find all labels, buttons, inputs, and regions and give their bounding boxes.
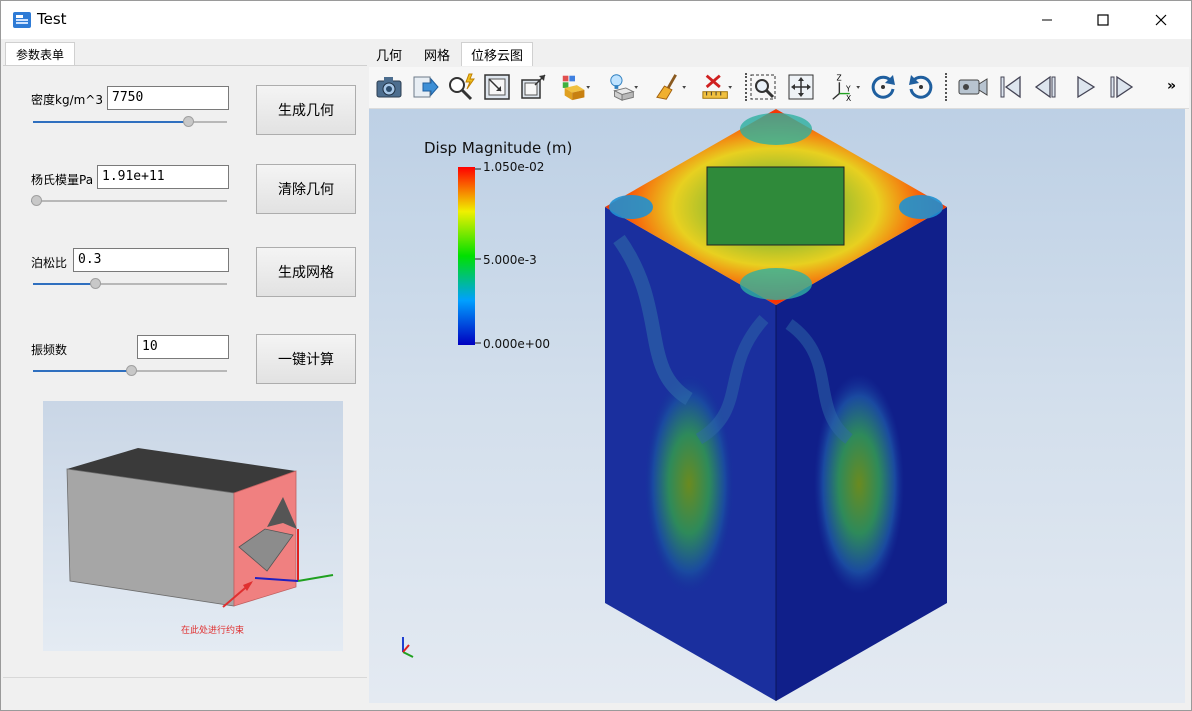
mode-count-slider[interactable] <box>33 365 227 377</box>
slider-handle[interactable] <box>31 195 42 206</box>
minimize-button[interactable] <box>1019 1 1075 39</box>
density-label: 密度kg/m^3 <box>31 93 103 107</box>
box-preview-illustration <box>66 448 334 608</box>
minimize-icon <box>1042 19 1052 21</box>
youngs-modulus-input[interactable]: 1.91e+11 <box>97 165 229 189</box>
slider-handle[interactable] <box>183 116 194 127</box>
app-window: Test 参数表单 密度kg/m^3 7750 生成几何 杨氏模量Pa 1.91… <box>0 0 1192 711</box>
toolbar-overflow-button[interactable]: » <box>1167 78 1176 94</box>
tab-parameter-form[interactable]: 参数表单 <box>5 42 75 66</box>
next-frame-icon[interactable] <box>1105 71 1137 103</box>
svg-text:Z: Z <box>837 73 842 82</box>
youngs-modulus-label: 杨氏模量Pa <box>31 173 94 187</box>
magic-search-icon[interactable] <box>445 71 477 103</box>
legend-title: Disp Magnitude (m) <box>424 139 573 157</box>
colorbar <box>458 167 475 345</box>
first-frame-icon[interactable] <box>995 71 1027 103</box>
light-icon[interactable] <box>607 71 639 103</box>
pan-icon[interactable] <box>785 71 817 103</box>
legend-mid-label: 5.000e-3 <box>483 253 537 267</box>
camera-icon[interactable] <box>373 71 405 103</box>
slider-handle[interactable] <box>126 365 137 376</box>
maximize-button[interactable] <box>1075 1 1131 39</box>
play-icon[interactable] <box>1069 71 1101 103</box>
view-toolbar: ZYX » <box>369 67 1189 109</box>
close-button[interactable] <box>1133 1 1189 39</box>
video-camera-icon[interactable] <box>957 71 989 103</box>
window-corner-icon[interactable] <box>517 71 549 103</box>
app-logo-icon <box>13 12 31 28</box>
display-mode-icon[interactable] <box>559 71 591 103</box>
axes-icon[interactable]: ZYX <box>829 71 861 103</box>
compute-button[interactable]: 一键计算 <box>256 334 356 384</box>
rotate-ccw-icon[interactable] <box>867 71 899 103</box>
legend-min-label: 0.000e+00 <box>483 337 551 351</box>
constraint-annotation: 在此处进行约束 <box>181 626 245 636</box>
fit-frame-icon[interactable] <box>481 71 513 103</box>
rotate-cw-icon[interactable] <box>905 71 937 103</box>
title-bar: Test <box>1 1 1191 39</box>
maximize-icon <box>1097 14 1109 26</box>
slider-handle[interactable] <box>90 278 101 289</box>
poisson-ratio-input[interactable]: 0.3 <box>73 248 229 272</box>
render-viewport[interactable]: Disp Magnitude (m) 1.050e-02 5.000e-3 0.… <box>369 109 1185 703</box>
legend-max-label: 1.050e-02 <box>483 160 545 174</box>
toolbar-separator <box>945 73 947 101</box>
clear-geometry-button[interactable]: 清除几何 <box>256 164 356 214</box>
orientation-axes-icon <box>402 637 414 658</box>
close-icon <box>1155 14 1167 26</box>
poisson-ratio-label: 泊松比 <box>31 256 68 270</box>
poisson-ratio-slider[interactable] <box>33 278 227 290</box>
tab-geometry[interactable]: 几何 <box>367 42 411 66</box>
density-slider[interactable] <box>33 116 227 128</box>
generate-geometry-button[interactable]: 生成几何 <box>256 85 356 135</box>
zoom-box-icon[interactable] <box>747 71 779 103</box>
svg-text:X: X <box>846 94 851 102</box>
export-icon[interactable] <box>409 71 441 103</box>
displacement-contour-render <box>402 109 947 701</box>
mode-count-label: 振频数 <box>31 343 68 357</box>
clear-broom-icon[interactable] <box>655 71 687 103</box>
window-title: Test <box>37 10 67 28</box>
measure-ruler-icon[interactable] <box>701 71 733 103</box>
tab-displacement-contour[interactable]: 位移云图 <box>461 42 533 66</box>
density-input[interactable]: 7750 <box>107 86 229 110</box>
svg-text:Y: Y <box>845 85 851 94</box>
mode-count-input[interactable]: 10 <box>137 335 229 359</box>
geometry-preview: 在此处进行约束 <box>43 401 343 651</box>
tab-mesh[interactable]: 网格 <box>415 42 459 66</box>
prev-frame-icon[interactable] <box>1031 71 1063 103</box>
generate-mesh-button[interactable]: 生成网格 <box>256 247 356 297</box>
status-divider <box>3 677 367 678</box>
youngs-modulus-slider[interactable] <box>31 195 227 207</box>
